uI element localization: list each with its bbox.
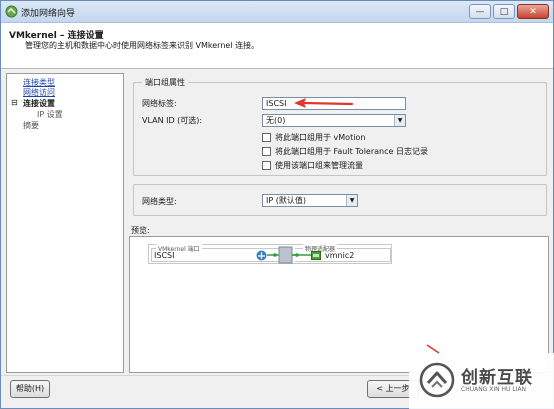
vlan-id-select[interactable]: 无(0) ▼ <box>262 114 406 127</box>
preview-label: 预览: <box>131 226 150 235</box>
network-label-label: 网络标签: <box>142 99 177 108</box>
watermark-logo: 创新互联 CHUANG XIN HU LIAN <box>409 353 554 409</box>
nav-item-ip-settings[interactable]: IP 设置 <box>37 109 63 120</box>
content-panel: 端口组属性 网络标签: ISCSI VLAN ID (可选): 无(0) ▼ 将… <box>129 73 549 373</box>
vmkernel-port-name: ISCSI <box>154 251 175 260</box>
vlan-id-value: 无(0) <box>266 116 286 125</box>
nav-item-summary[interactable]: 摘要 <box>23 120 39 131</box>
management-traffic-checkbox[interactable] <box>262 161 271 170</box>
page-description: 管理您的主机和数据中心时使用网络标签来识别 VMkernel 连接。 <box>25 41 260 50</box>
management-traffic-checkbox-label: 使用该端口组来管理流量 <box>275 161 363 170</box>
vlan-id-label: VLAN ID (可选): <box>142 116 203 125</box>
physical-adapter-box: 物理适配器 vmnic2 <box>295 244 391 262</box>
annotation-arrow-fragment-icon <box>426 344 440 354</box>
network-type-select[interactable]: IP (默认值) ▼ <box>262 194 358 207</box>
vmotion-checkbox-label: 将此端口组用于 vMotion <box>275 133 366 142</box>
window-title: 添加网络向导 <box>21 9 76 19</box>
vswitch-diagram: VMkernel 端口 ISCSI 物理适配器 vmnic2 <box>148 244 392 264</box>
add-network-wizard-window: 添加网络向导 — □ ✕ VMkernel – 连接设置 管理您的主机和数据中心… <box>0 0 554 409</box>
physical-nic-icon <box>311 251 321 260</box>
wizard-header: VMkernel – 连接设置 管理您的主机和数据中心时使用网络标签来识别 VM… <box>1 23 553 69</box>
network-type-group: 网络类型: IP (默认值) ▼ <box>133 184 547 216</box>
watermark-english-text: CHUANG XIN HU LIAN <box>461 386 527 393</box>
maximize-button[interactable]: □ <box>493 4 515 19</box>
fault-tolerance-checkbox[interactable] <box>262 147 271 156</box>
close-button[interactable]: ✕ <box>517 4 549 19</box>
wizard-steps-nav: 连接类型 网络访问 ⊟ 连接设置 IP 设置 摘要 <box>6 73 124 373</box>
fault-tolerance-checkbox-label: 将此端口组用于 Fault Tolerance 日志记录 <box>275 147 428 156</box>
physical-adapter-name: vmnic2 <box>325 251 355 260</box>
dropdown-arrow-icon: ▼ <box>394 115 405 126</box>
annotation-arrow-icon <box>294 98 354 108</box>
vmotion-checkbox-row[interactable]: 将此端口组用于 vMotion <box>262 132 365 143</box>
watermark-chinese-text: 创新互联 <box>461 368 533 388</box>
dropdown-arrow-icon: ▼ <box>346 195 357 206</box>
nav-item-connection-settings[interactable]: 连接设置 <box>23 98 55 109</box>
watermark-emblem-icon <box>419 362 455 398</box>
port-group-properties-group: 端口组属性 网络标签: ISCSI VLAN ID (可选): 无(0) ▼ 将… <box>133 77 547 176</box>
management-traffic-checkbox-row[interactable]: 使用该端口组来管理流量 <box>262 160 363 171</box>
fault-tolerance-checkbox-row[interactable]: 将此端口组用于 Fault Tolerance 日志记录 <box>262 146 428 157</box>
vmkernel-port-box: VMkernel 端口 ISCSI <box>151 244 279 262</box>
title-bar[interactable]: 添加网络向导 — □ ✕ <box>1 1 553 23</box>
network-type-value: IP (默认值) <box>266 196 306 205</box>
minimize-button[interactable]: — <box>469 4 491 19</box>
nav-item-network-access[interactable]: 网络访问 <box>23 87 55 98</box>
vmotion-checkbox[interactable] <box>262 133 271 142</box>
help-button[interactable]: 帮助(H) <box>10 380 50 398</box>
collapse-icon[interactable]: ⊟ <box>11 98 18 107</box>
network-type-label: 网络类型: <box>142 197 177 206</box>
port-group-legend: 端口组属性 <box>142 77 188 88</box>
window-controls: — □ ✕ <box>469 4 549 20</box>
wizard-app-icon <box>5 5 18 18</box>
